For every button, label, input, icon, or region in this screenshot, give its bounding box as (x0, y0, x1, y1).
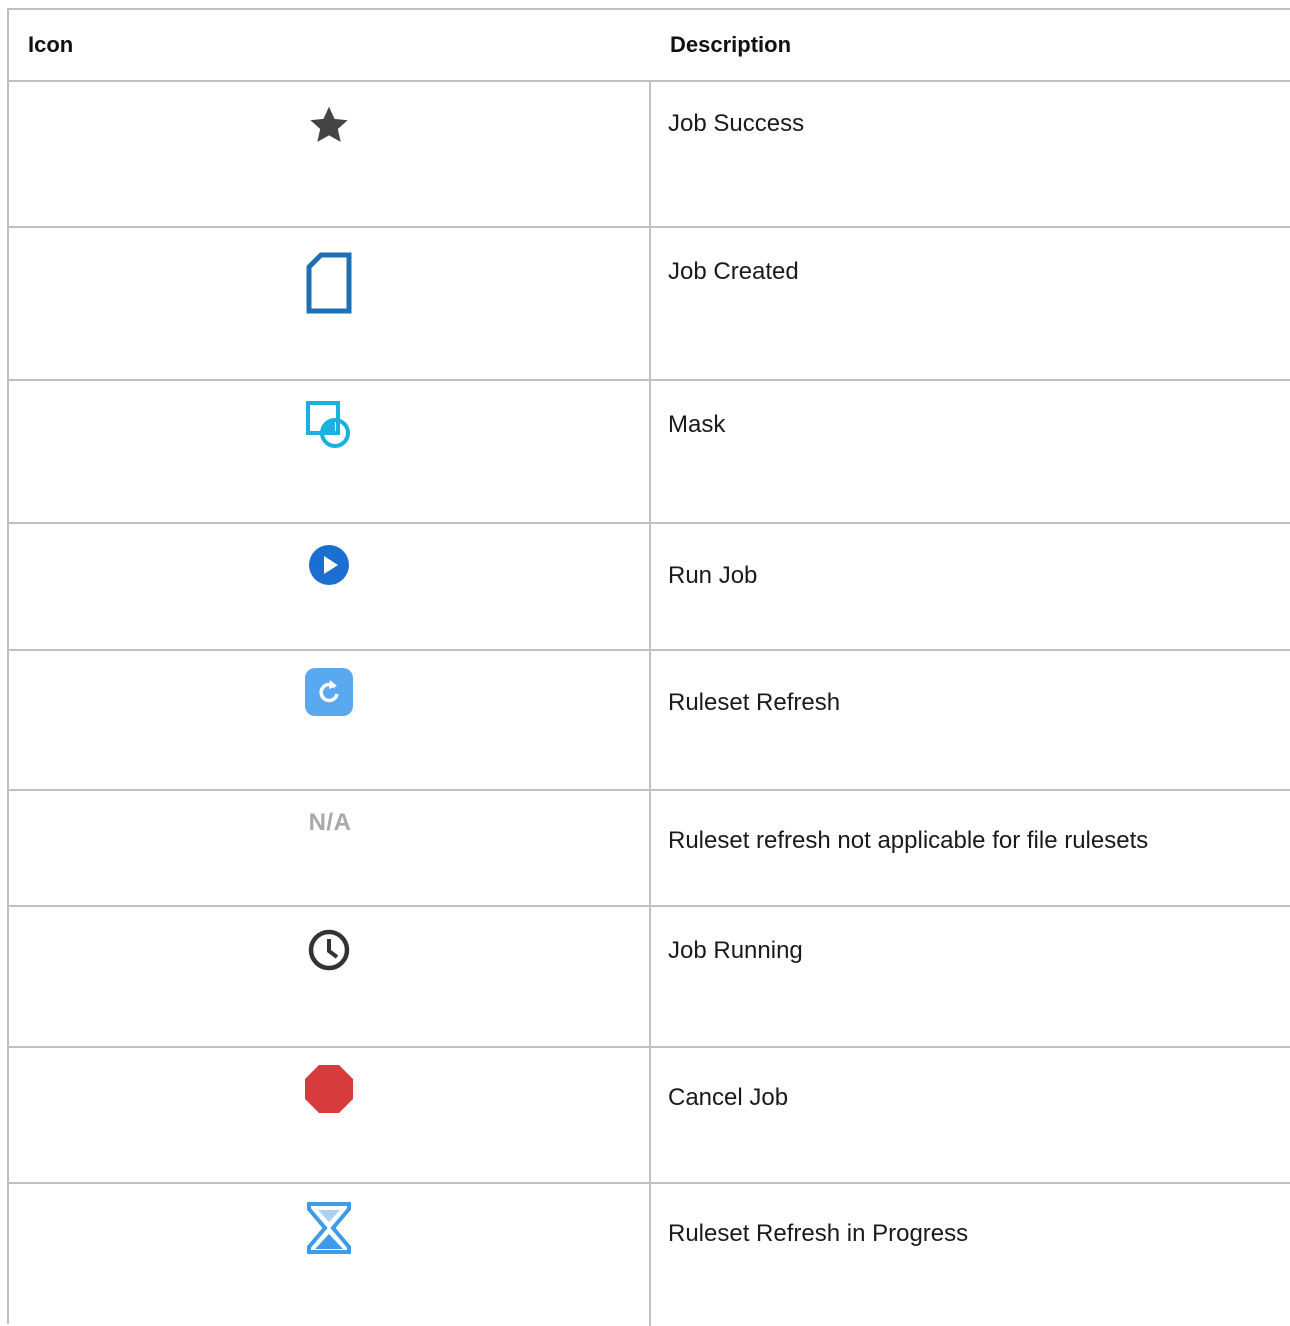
table-row: Ruleset Refresh in Progress (9, 1184, 1290, 1326)
table-row: Job Created (9, 228, 1290, 381)
icon-legend-table: Icon Description Job Success Job Created… (7, 8, 1290, 1326)
refresh-icon (304, 667, 354, 717)
row-description: Job Running (668, 937, 803, 964)
row-description: Job Success (668, 110, 805, 137)
row-description: Run Job (668, 562, 758, 589)
mask-icon (304, 399, 354, 455)
table-header-row: Icon Description (9, 10, 1290, 82)
row-description: Ruleset Refresh in Progress (668, 1220, 969, 1247)
table-row: Cancel Job (9, 1048, 1290, 1184)
na-text-icon: N/A (308, 809, 352, 836)
table-row: Run Job (9, 524, 1290, 651)
table-row: N/A Ruleset refresh not applicable for f… (9, 791, 1290, 907)
stop-octagon-icon (304, 1064, 354, 1114)
row-description: Ruleset Refresh (668, 689, 841, 716)
document-icon (304, 250, 354, 316)
table-row: Job Success (9, 82, 1290, 228)
row-description: Cancel Job (668, 1084, 789, 1111)
header-description-label: Description (670, 32, 792, 57)
clock-icon (304, 925, 354, 975)
row-description: Mask (668, 411, 726, 438)
header-icon-label: Icon (28, 32, 74, 57)
row-description: Job Created (668, 258, 799, 285)
row-description: Ruleset refresh not applicable for file … (668, 827, 1149, 854)
star-icon (304, 100, 354, 150)
table-row: Job Running (9, 907, 1290, 1048)
play-circle-icon (304, 540, 354, 590)
hourglass-icon (304, 1200, 354, 1256)
table-row: Mask (9, 381, 1290, 524)
table-row: Ruleset Refresh (9, 651, 1290, 791)
